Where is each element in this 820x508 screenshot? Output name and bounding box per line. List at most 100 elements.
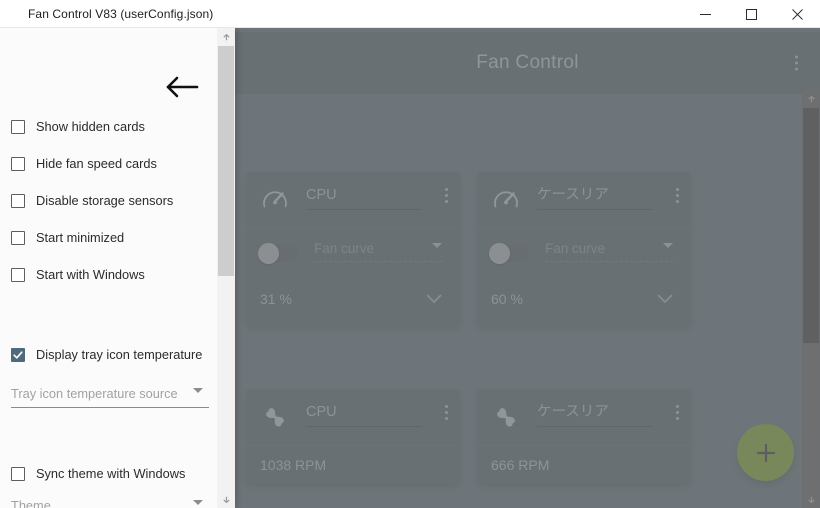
maximize-button[interactable] xyxy=(728,0,774,28)
chevron-down-icon xyxy=(663,243,673,248)
application-window: Fan Control V83 (userConfig.json) Fan Co… xyxy=(0,0,820,508)
sidebar-scroll-track[interactable] xyxy=(217,46,235,490)
control-card[interactable]: CPU Fan curve 31 % xyxy=(246,172,460,326)
settings-sidebar: Show hidden cards Hide fan speed cards D… xyxy=(0,28,235,508)
rpm-value: 1038 RPM xyxy=(260,457,327,473)
speed-percent: 60 % xyxy=(491,291,523,307)
checkbox-box[interactable] xyxy=(11,466,25,481)
curve-row: Fan curve xyxy=(477,229,691,277)
select-value: Theme xyxy=(11,498,51,508)
card-body: 666 RPM xyxy=(477,446,691,484)
card-menu-icon[interactable] xyxy=(676,405,679,420)
select-underline xyxy=(545,261,673,262)
select-underline xyxy=(314,261,442,262)
checkbox-display-tray-icon-temperature[interactable]: Display tray icon temperature xyxy=(11,336,211,373)
checkbox-label: Hide fan speed cards xyxy=(36,156,157,171)
fan-icon xyxy=(258,400,292,434)
main-scroll-thumb[interactable] xyxy=(803,108,819,343)
curve-row: Fan curve xyxy=(246,229,460,277)
gauge-icon xyxy=(258,183,292,217)
checkbox-label: Start minimized xyxy=(36,230,125,245)
settings-checkbox-list: Show hidden cards Hide fan speed cards D… xyxy=(11,108,211,293)
card-title-wrap: ケースリア xyxy=(537,403,653,431)
checkbox-disable-storage-sensors[interactable]: Disable storage sensors xyxy=(11,182,211,219)
close-button[interactable] xyxy=(774,0,820,28)
main-scroll-track[interactable] xyxy=(802,108,820,490)
card-title-wrap: CPU xyxy=(306,403,422,431)
fan-curve-value: Fan curve xyxy=(314,241,375,256)
window-title: Fan Control V83 (userConfig.json) xyxy=(28,6,214,21)
main-content: Fan Control CPU Fan curve 31 % ケースリア Fan… xyxy=(235,28,820,508)
theme-select-group: Theme xyxy=(11,498,209,508)
checkbox-box[interactable] xyxy=(11,267,25,282)
checkbox-box[interactable] xyxy=(11,230,25,245)
card-header: CPU xyxy=(246,389,460,445)
toggle-knob xyxy=(258,242,279,264)
percent-row: 31 % xyxy=(246,277,460,321)
card-body: Fan curve 31 % xyxy=(246,229,460,326)
checkbox-sync-theme-with-windows[interactable]: Sync theme with Windows xyxy=(11,455,211,492)
fan-speed-card[interactable]: CPU 1038 RPM xyxy=(246,389,460,484)
overflow-menu-icon[interactable] xyxy=(795,55,798,71)
checkbox-label: Display tray icon temperature xyxy=(36,347,203,362)
chevron-down-icon xyxy=(193,388,203,393)
title-bar: Fan Control V83 (userConfig.json) xyxy=(0,0,820,28)
sidebar-scroll-thumb[interactable] xyxy=(218,46,234,276)
checkbox-hide-fan-speed-cards[interactable]: Hide fan speed cards xyxy=(11,145,211,182)
sidebar-scrollbar[interactable] xyxy=(217,28,235,508)
fan-speed-card[interactable]: ケースリア 666 RPM xyxy=(477,389,691,484)
back-arrow-icon[interactable] xyxy=(165,76,199,98)
minimize-button[interactable] xyxy=(682,0,728,28)
card-title: CPU xyxy=(306,187,337,203)
title-underline xyxy=(306,426,422,427)
select-value: Tray icon temperature source xyxy=(11,386,178,401)
card-menu-icon[interactable] xyxy=(445,405,448,420)
add-card-button[interactable] xyxy=(737,424,794,481)
scroll-up-icon[interactable] xyxy=(802,90,820,108)
title-underline xyxy=(537,426,653,427)
speed-percent: 31 % xyxy=(260,291,292,307)
title-underline xyxy=(537,209,653,210)
app-header: Fan Control xyxy=(235,32,820,94)
title-underline xyxy=(306,209,422,210)
fan-icon xyxy=(489,400,523,434)
checkbox-label: Disable storage sensors xyxy=(36,193,174,208)
enable-toggle[interactable] xyxy=(489,242,529,264)
card-header: CPU xyxy=(246,172,460,228)
card-header: ケースリア xyxy=(477,389,691,445)
gauge-icon xyxy=(489,183,523,217)
tray-temperature-source-group: Tray icon temperature source xyxy=(11,386,209,408)
checkbox-start-minimized[interactable]: Start minimized xyxy=(11,219,211,256)
checkbox-row[interactable]: Display tray icon temperature xyxy=(11,336,211,373)
toggle-knob xyxy=(489,242,510,264)
expand-chevron-icon[interactable] xyxy=(657,294,673,304)
control-card[interactable]: ケースリア Fan curve 60 % xyxy=(477,172,691,326)
fan-curve-value: Fan curve xyxy=(545,241,606,256)
fan-curve-select[interactable]: Fan curve xyxy=(545,240,673,266)
scroll-up-icon[interactable] xyxy=(217,28,235,46)
checkbox-row[interactable]: Sync theme with Windows xyxy=(11,455,211,492)
chevron-down-icon xyxy=(193,500,203,505)
checkbox-show-hidden-cards[interactable]: Show hidden cards xyxy=(11,108,211,145)
enable-toggle[interactable] xyxy=(258,242,298,264)
card-menu-icon[interactable] xyxy=(445,188,448,203)
main-scrollbar[interactable] xyxy=(802,90,820,508)
card-title-wrap: CPU xyxy=(306,186,422,214)
theme-select[interactable]: Theme xyxy=(11,498,209,508)
card-header: ケースリア xyxy=(477,172,691,228)
checkbox-box[interactable] xyxy=(11,119,25,134)
card-title-wrap: ケースリア xyxy=(537,186,653,214)
checkbox-label: Start with Windows xyxy=(36,267,145,282)
checkbox-box[interactable] xyxy=(11,347,25,362)
expand-chevron-icon[interactable] xyxy=(426,294,442,304)
tray-temperature-source-select[interactable]: Tray icon temperature source xyxy=(11,386,209,408)
checkbox-box[interactable] xyxy=(11,193,25,208)
checkbox-start-with-windows[interactable]: Start with Windows xyxy=(11,256,211,293)
card-body: 1038 RPM xyxy=(246,446,460,484)
app-header-title: Fan Control xyxy=(476,52,579,73)
checkbox-box[interactable] xyxy=(11,156,25,171)
card-menu-icon[interactable] xyxy=(676,188,679,203)
fan-curve-select[interactable]: Fan curve xyxy=(314,240,442,266)
scroll-down-icon[interactable] xyxy=(217,490,235,508)
scroll-down-icon[interactable] xyxy=(802,490,820,508)
